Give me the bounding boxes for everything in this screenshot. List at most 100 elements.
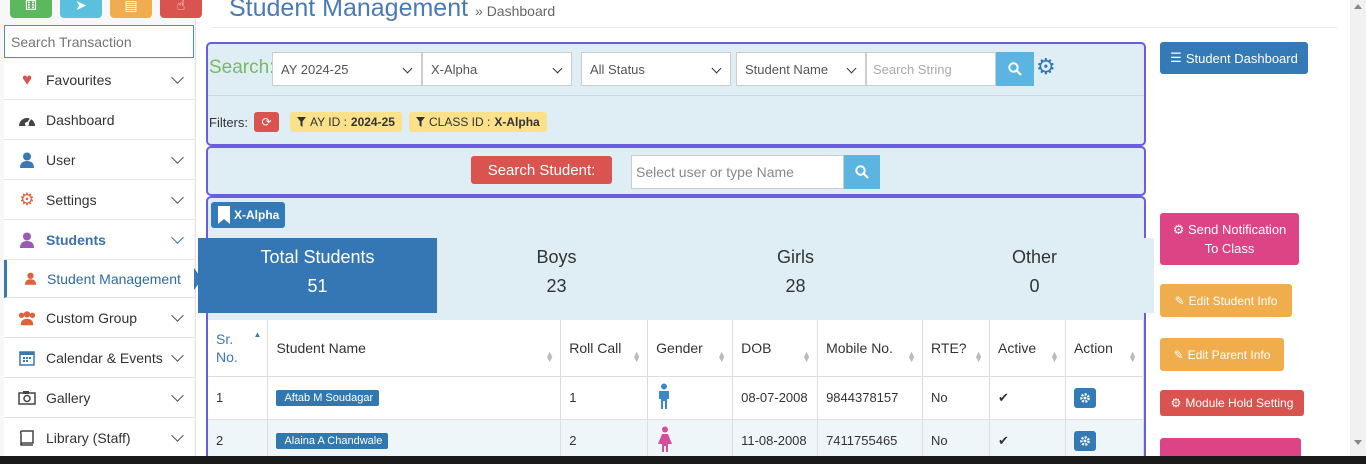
gear-icon[interactable]: ⚙ [1036, 54, 1056, 80]
stat-other[interactable]: Other 0 [915, 238, 1154, 313]
gear-icon: ⚙ [1170, 396, 1182, 410]
stat-girls[interactable]: Girls 28 [676, 238, 915, 313]
chevron-down-icon [171, 429, 184, 442]
refresh-icon: ⟳ [261, 115, 272, 129]
status-select[interactable]: All Status [581, 52, 731, 86]
stat-total[interactable]: Total Students 51 [198, 238, 437, 313]
search-field-select[interactable]: Student Name [736, 52, 866, 86]
column-label: Action [1073, 339, 1113, 356]
col-dob[interactable]: DOB ▲ ▼ [732, 320, 819, 377]
sidebar-item-dashboard[interactable]: Dashboard [4, 100, 194, 140]
stat-value: 28 [785, 276, 806, 296]
stat-label: Total Students [260, 247, 375, 267]
column-label: Mobile No. [826, 339, 893, 356]
sort-icon: ▲ ▼ [545, 348, 555, 364]
row-action-button[interactable] [1073, 387, 1096, 408]
filter-chip-class[interactable]: CLASS ID : X-Alpha [409, 112, 547, 132]
check-icon: ✔ [998, 432, 1009, 448]
heart-icon: ♥ [21, 69, 33, 89]
row-action-button[interactable] [1073, 430, 1096, 451]
module-hold-setting-button[interactable]: ⚙ Module Hold Setting [1160, 390, 1304, 416]
filter-icon [297, 117, 306, 127]
list-icon: ☰ [1170, 50, 1182, 65]
breadcrumb[interactable]: » Dashboard [475, 3, 555, 19]
send-icon[interactable]: ➤ [60, 0, 102, 18]
col-roll-call[interactable]: Roll Call ▲ ▼ [560, 320, 649, 377]
table-row[interactable]: 1 Aftab M Soudagar 1 08-07-2008 98443781… [208, 376, 1145, 420]
search-string-placeholder: Search String [873, 61, 952, 77]
button-label: Module Hold Setting [1185, 396, 1294, 410]
column-label: Gender [656, 339, 703, 356]
chevron-down-icon [171, 309, 184, 322]
sort-icon: ▲ ▼ [802, 348, 812, 364]
filter-chip-ay[interactable]: AY ID : 2024-25 [290, 112, 402, 132]
student-name-link[interactable]: Aftab M Soudagar [276, 390, 380, 406]
cell-dob: 08-07-2008 [732, 376, 819, 420]
col-sr-no[interactable]: Sr. No. ▲ [208, 320, 269, 377]
sidebar-item-gallery[interactable]: Gallery [4, 378, 194, 418]
col-active[interactable]: Active ▲ ▼ [989, 320, 1066, 377]
filters-label: Filters: [209, 115, 248, 130]
hand-icon[interactable]: ☝ [160, 0, 202, 18]
stat-label: Other [1011, 247, 1058, 267]
student-search-button[interactable] [844, 155, 880, 189]
status-value: All Status [590, 61, 645, 77]
search-transaction-input[interactable] [4, 25, 194, 58]
button-label: Send Notification [1188, 222, 1287, 237]
col-student-name[interactable]: Student Name ▲ ▼ [267, 320, 562, 377]
academic-year-select[interactable]: AY 2024-25 [272, 52, 422, 86]
divider [212, 27, 1337, 28]
sidebar-item-student-management[interactable]: Student Management [4, 260, 202, 298]
search-button[interactable] [996, 52, 1034, 86]
refresh-filters-button[interactable]: ⟳ [254, 112, 279, 132]
col-action[interactable]: Action ▲ ▼ [1065, 320, 1145, 377]
student-name-link[interactable]: Alaina A Chandwale [276, 433, 389, 449]
sidebar-item-user[interactable]: User [4, 140, 194, 180]
search-student-button[interactable]: Search Student: [471, 156, 612, 184]
student-icon [21, 270, 39, 288]
search-string-input[interactable]: Search String [866, 52, 996, 86]
student-table: Sr. No. ▲ Student Name ▲ ▼ Roll Call ▲ ▼ Gend… [208, 320, 1145, 463]
col-mobile[interactable]: Mobile No. ▲ ▼ [817, 320, 924, 377]
class-select[interactable]: X-Alpha [422, 52, 572, 86]
button-label: Student Dashboard [1185, 50, 1298, 66]
dice-icon[interactable]: ⚅ [10, 0, 52, 18]
sidebar-menu: ♥ Favourites Dashboard User ⚙ Settings S… [4, 60, 202, 458]
scroll-down-arrow[interactable] [1354, 440, 1362, 445]
search-label: Search: [209, 57, 275, 78]
academic-year-value: AY 2024-25 [281, 61, 349, 77]
stat-value: 0 [1029, 276, 1040, 296]
sidebar-item-students[interactable]: Students [4, 220, 194, 260]
class-badge: X-Alpha [211, 202, 286, 228]
student-lookup-input[interactable]: Select user or type Name [631, 155, 844, 189]
sidebar-item-library[interactable]: Library (Staff) [4, 418, 194, 458]
sidebar: ⚅ ➤ ▤ ☝ ♥ Favourites Dashboard User ⚙ Se… [0, 0, 202, 464]
send-notification-button[interactable]: ⚙ Send Notification To Class [1160, 213, 1299, 265]
button-label-line1: ⚙ Send Notification [1173, 220, 1287, 239]
edit-parent-info-button[interactable]: ✎ Edit Parent Info [1160, 338, 1284, 371]
scrollbar[interactable] [1350, 0, 1366, 464]
sidebar-item-favourites[interactable]: ♥ Favourites [4, 60, 194, 100]
sidebar-item-calendar[interactable]: Calendar & Events [4, 338, 194, 378]
column-label: RTE? [931, 339, 967, 356]
book-icon [18, 429, 36, 447]
search-field-value: Student Name [745, 61, 829, 77]
scroll-up-arrow[interactable] [1354, 4, 1362, 9]
stat-boys[interactable]: Boys 23 [437, 238, 676, 313]
book-icon[interactable]: ▤ [110, 0, 152, 18]
sidebar-item-custom-group[interactable]: Custom Group [4, 298, 194, 338]
sidebar-item-settings[interactable]: ⚙ Settings [4, 180, 194, 220]
stat-value: 23 [546, 276, 567, 296]
column-label: Student Name [276, 339, 366, 356]
edit-icon: ✎ [1173, 347, 1184, 362]
button-label: Edit Parent Info [1187, 347, 1271, 362]
student-lookup-placeholder: Select user or type Name [636, 164, 794, 180]
group-icon [18, 309, 36, 327]
edit-icon: ✎ [1174, 293, 1185, 308]
student-dashboard-button[interactable]: ☰ Student Dashboard [1160, 42, 1308, 74]
col-rte[interactable]: RTE? ▲ ▼ [922, 320, 990, 377]
col-gender[interactable]: Gender ▲ ▼ [647, 320, 734, 377]
edit-student-info-button[interactable]: ✎ Edit Student Info [1160, 284, 1292, 317]
search-student-panel: Search Student: Select user or type Name [206, 146, 1146, 196]
filter-icon [416, 117, 425, 127]
